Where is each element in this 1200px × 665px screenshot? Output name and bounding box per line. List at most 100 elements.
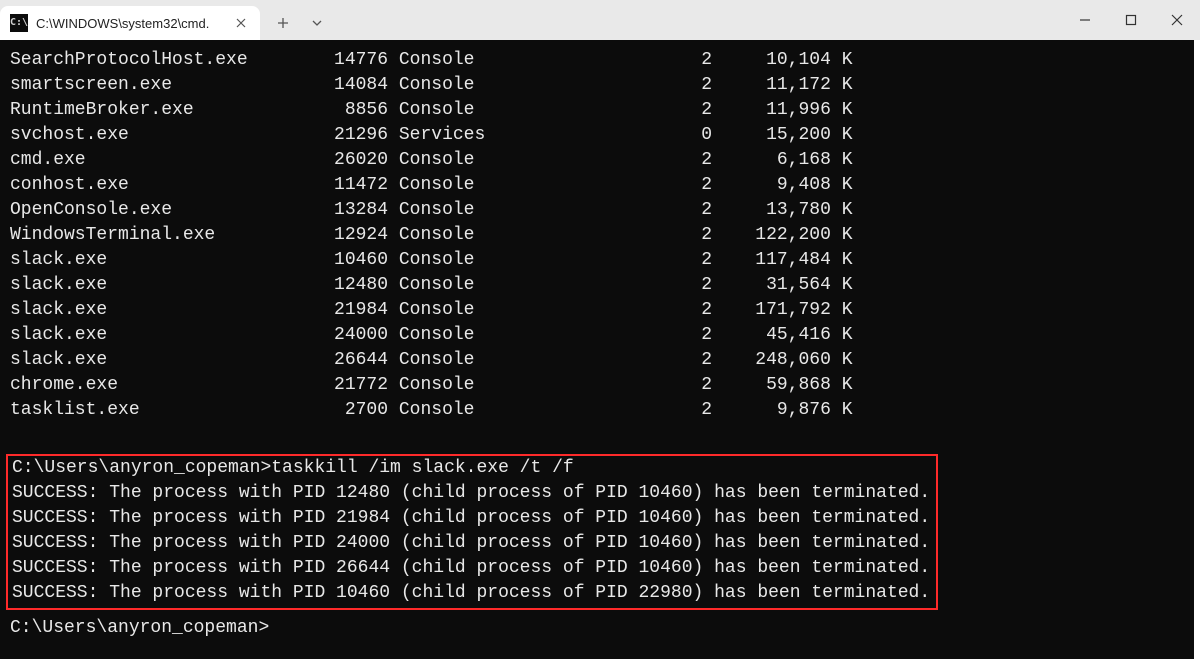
process-session-id: 2: [582, 223, 712, 248]
process-session: Console: [399, 248, 583, 273]
process-row: conhost.exe11472 Console29,408 K: [10, 173, 1194, 198]
new-tab-button[interactable]: [266, 6, 300, 40]
close-icon: [1171, 14, 1183, 26]
process-row: OpenConsole.exe13284 Console213,780 K: [10, 198, 1194, 223]
process-name: slack.exe: [10, 273, 323, 298]
process-memory: 10,104 K: [712, 48, 852, 73]
maximize-icon: [1125, 14, 1137, 26]
close-icon: [236, 18, 246, 28]
process-name: conhost.exe: [10, 173, 323, 198]
process-session: Console: [399, 223, 583, 248]
process-pid: 26020: [323, 148, 388, 173]
process-memory: 31,564 K: [712, 273, 852, 298]
process-session-id: 2: [582, 73, 712, 98]
tab-title: C:\WINDOWS\system32\cmd.: [36, 16, 224, 31]
process-pid: 26644: [323, 348, 388, 373]
process-session: Console: [399, 48, 583, 73]
process-pid: 21772: [323, 373, 388, 398]
process-pid: 14084: [323, 73, 388, 98]
process-memory: 122,200 K: [712, 223, 852, 248]
window-titlebar: C:\ C:\WINDOWS\system32\cmd.: [0, 0, 1200, 40]
process-session: Console: [399, 323, 583, 348]
process-pid: 14776: [323, 48, 388, 73]
cmd-icon: C:\: [10, 14, 28, 32]
process-name: cmd.exe: [10, 148, 323, 173]
process-name: slack.exe: [10, 323, 323, 348]
process-session: Services: [399, 123, 583, 148]
process-session-id: 2: [582, 348, 712, 373]
window-controls: [1062, 0, 1200, 40]
process-name: tasklist.exe: [10, 398, 323, 423]
process-pid: 12480: [323, 273, 388, 298]
process-name: svchost.exe: [10, 123, 323, 148]
terminal-output[interactable]: SearchProtocolHost.exe14776 Console210,1…: [0, 40, 1194, 659]
process-pid: 10460: [323, 248, 388, 273]
process-row: chrome.exe21772 Console259,868 K: [10, 373, 1194, 398]
process-pid: 21296: [323, 123, 388, 148]
taskkill-result-line: SUCCESS: The process with PID 12480 (chi…: [8, 481, 930, 506]
process-memory: 248,060 K: [712, 348, 852, 373]
process-row: WindowsTerminal.exe12924 Console2122,200…: [10, 223, 1194, 248]
process-memory: 11,996 K: [712, 98, 852, 123]
process-name: WindowsTerminal.exe: [10, 223, 323, 248]
process-session: Console: [399, 98, 583, 123]
process-pid: 21984: [323, 298, 388, 323]
taskkill-result-line: SUCCESS: The process with PID 24000 (chi…: [8, 531, 930, 556]
process-name: slack.exe: [10, 348, 323, 373]
tab-close-button[interactable]: [232, 14, 250, 32]
process-memory: 15,200 K: [712, 123, 852, 148]
taskkill-result-line: SUCCESS: The process with PID 26644 (chi…: [8, 556, 930, 581]
process-session-id: 2: [582, 323, 712, 348]
process-name: smartscreen.exe: [10, 73, 323, 98]
process-session: Console: [399, 273, 583, 298]
process-session-id: 2: [582, 48, 712, 73]
process-row: SearchProtocolHost.exe14776 Console210,1…: [10, 48, 1194, 73]
process-session-id: 2: [582, 98, 712, 123]
process-session-id: 2: [582, 373, 712, 398]
process-session: Console: [399, 73, 583, 98]
maximize-button[interactable]: [1108, 0, 1154, 40]
process-session-id: 2: [582, 173, 712, 198]
process-row: RuntimeBroker.exe8856 Console211,996 K: [10, 98, 1194, 123]
tab-menu-button[interactable]: [300, 6, 334, 40]
terminal-container: SearchProtocolHost.exe14776 Console210,1…: [0, 40, 1200, 665]
window-close-button[interactable]: [1154, 0, 1200, 40]
process-row: svchost.exe21296 Services015,200 K: [10, 123, 1194, 148]
chevron-down-icon: [311, 17, 323, 29]
process-memory: 45,416 K: [712, 323, 852, 348]
process-memory: 171,792 K: [712, 298, 852, 323]
process-name: slack.exe: [10, 298, 323, 323]
process-row: slack.exe26644 Console2248,060 K: [10, 348, 1194, 373]
process-pid: 8856: [323, 98, 388, 123]
process-session: Console: [399, 173, 583, 198]
process-session: Console: [399, 148, 583, 173]
command-prompt[interactable]: C:\Users\anyron_copeman>: [10, 616, 1194, 641]
process-row: cmd.exe26020 Console26,168 K: [10, 148, 1194, 173]
process-memory: 117,484 K: [712, 248, 852, 273]
process-session: Console: [399, 398, 583, 423]
process-session-id: 2: [582, 398, 712, 423]
minimize-button[interactable]: [1062, 0, 1108, 40]
process-pid: 11472: [323, 173, 388, 198]
process-memory: 9,876 K: [712, 398, 852, 423]
process-name: SearchProtocolHost.exe: [10, 48, 323, 73]
tab-cmd[interactable]: C:\ C:\WINDOWS\system32\cmd.: [0, 6, 260, 40]
taskkill-command-line: C:\Users\anyron_copeman>taskkill /im sla…: [8, 456, 930, 481]
process-pid: 13284: [323, 198, 388, 223]
process-row: slack.exe12480 Console231,564 K: [10, 273, 1194, 298]
process-session: Console: [399, 298, 583, 323]
process-pid: 2700: [323, 398, 388, 423]
process-session: Console: [399, 198, 583, 223]
process-session-id: 2: [582, 298, 712, 323]
process-memory: 11,172 K: [712, 73, 852, 98]
process-row: slack.exe24000 Console245,416 K: [10, 323, 1194, 348]
process-session-id: 0: [582, 123, 712, 148]
process-session: Console: [399, 348, 583, 373]
process-name: OpenConsole.exe: [10, 198, 323, 223]
process-memory: 59,868 K: [712, 373, 852, 398]
titlebar-drag-region[interactable]: [334, 0, 1062, 40]
process-pid: 12924: [323, 223, 388, 248]
process-session-id: 2: [582, 148, 712, 173]
process-name: slack.exe: [10, 248, 323, 273]
process-row: tasklist.exe2700 Console29,876 K: [10, 398, 1194, 423]
